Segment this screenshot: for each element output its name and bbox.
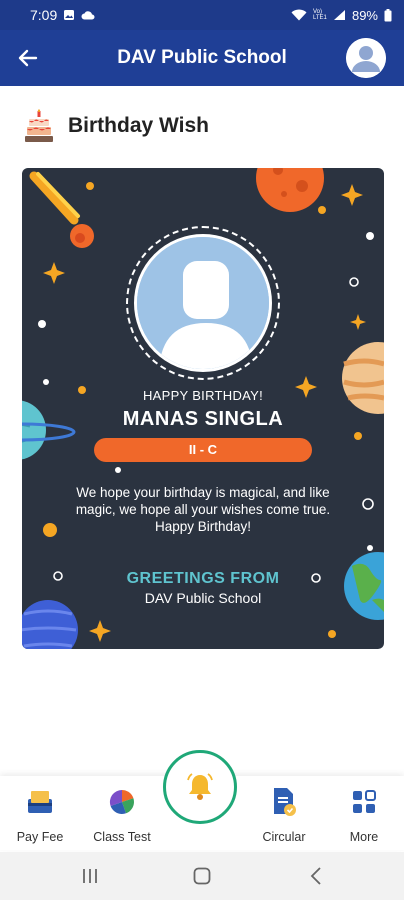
nav-circular-label: Circular <box>262 830 306 844</box>
user-avatar-icon <box>346 38 386 78</box>
nav-more[interactable]: More <box>324 786 404 844</box>
greetings-school: DAV Public School <box>144 590 262 606</box>
nav-circular[interactable]: Circular <box>244 786 324 844</box>
page-title: Birthday Wish <box>68 114 209 137</box>
system-back-button[interactable] <box>296 864 336 888</box>
birthday-message-text: We hope your birthday is magical, and li… <box>75 485 331 517</box>
bell-icon <box>187 773 213 800</box>
back-button[interactable] <box>0 30 56 86</box>
circular-document-icon <box>274 788 296 816</box>
comet-icon <box>29 171 94 248</box>
status-bar: 7:09 Vo) LTE1 89% <box>0 0 404 30</box>
wifi-icon <box>291 9 307 21</box>
network-label: Vo) LTE1 <box>312 9 327 21</box>
gallery-icon <box>64 10 75 20</box>
greetings-title: GREETINGS FROM <box>126 570 280 587</box>
profile-avatar-button[interactable] <box>346 38 386 78</box>
app-title: DAV Public School <box>117 47 287 68</box>
student-photo <box>134 234 272 372</box>
cloud-icon <box>81 11 95 20</box>
battery-label: 89% <box>351 7 378 23</box>
home-icon <box>193 867 211 885</box>
nav-class-test[interactable]: Class Test <box>82 786 162 844</box>
recents-button[interactable] <box>70 864 110 888</box>
student-placeholder-icon <box>137 237 269 369</box>
nav-pay-fee[interactable]: Pay Fee <box>0 786 80 844</box>
birthday-cake-icon <box>25 109 53 142</box>
battery-icon <box>384 8 392 21</box>
happy-birthday-label: HAPPY BIRTHDAY! <box>142 388 264 403</box>
system-back-icon <box>310 867 321 885</box>
recents-icon <box>83 869 97 883</box>
blue-planet-icon <box>22 600 78 649</box>
system-navigation-bar <box>0 852 404 900</box>
student-name: MANAS SINGLA <box>122 408 284 430</box>
nav-pay-fee-label: Pay Fee <box>16 830 64 844</box>
app-bar: DAV Public School <box>0 30 404 86</box>
birthday-message-closing: Happy Birthday! <box>154 519 252 534</box>
pay-fee-icon <box>28 791 52 813</box>
birthday-message: We hope your birthday is magical, and li… <box>62 484 344 535</box>
striped-planet-icon <box>342 342 384 414</box>
page-header: Birthday Wish <box>24 104 209 148</box>
class-section-badge: II - C <box>94 438 312 462</box>
status-time: 7:09 <box>30 7 58 23</box>
nav-more-label: More <box>349 830 379 844</box>
student-photo-frame <box>126 226 280 380</box>
grid-more-icon <box>353 790 376 813</box>
orange-planet-icon <box>256 168 324 212</box>
birthday-card: HAPPY BIRTHDAY! MANAS SINGLA II - C We h… <box>22 168 384 649</box>
notifications-button[interactable] <box>163 750 237 824</box>
pie-chart-icon <box>109 789 134 815</box>
signal-icon <box>333 10 345 20</box>
home-button[interactable] <box>182 864 222 888</box>
nav-class-test-label: Class Test <box>93 830 151 844</box>
back-arrow-icon <box>18 49 38 67</box>
